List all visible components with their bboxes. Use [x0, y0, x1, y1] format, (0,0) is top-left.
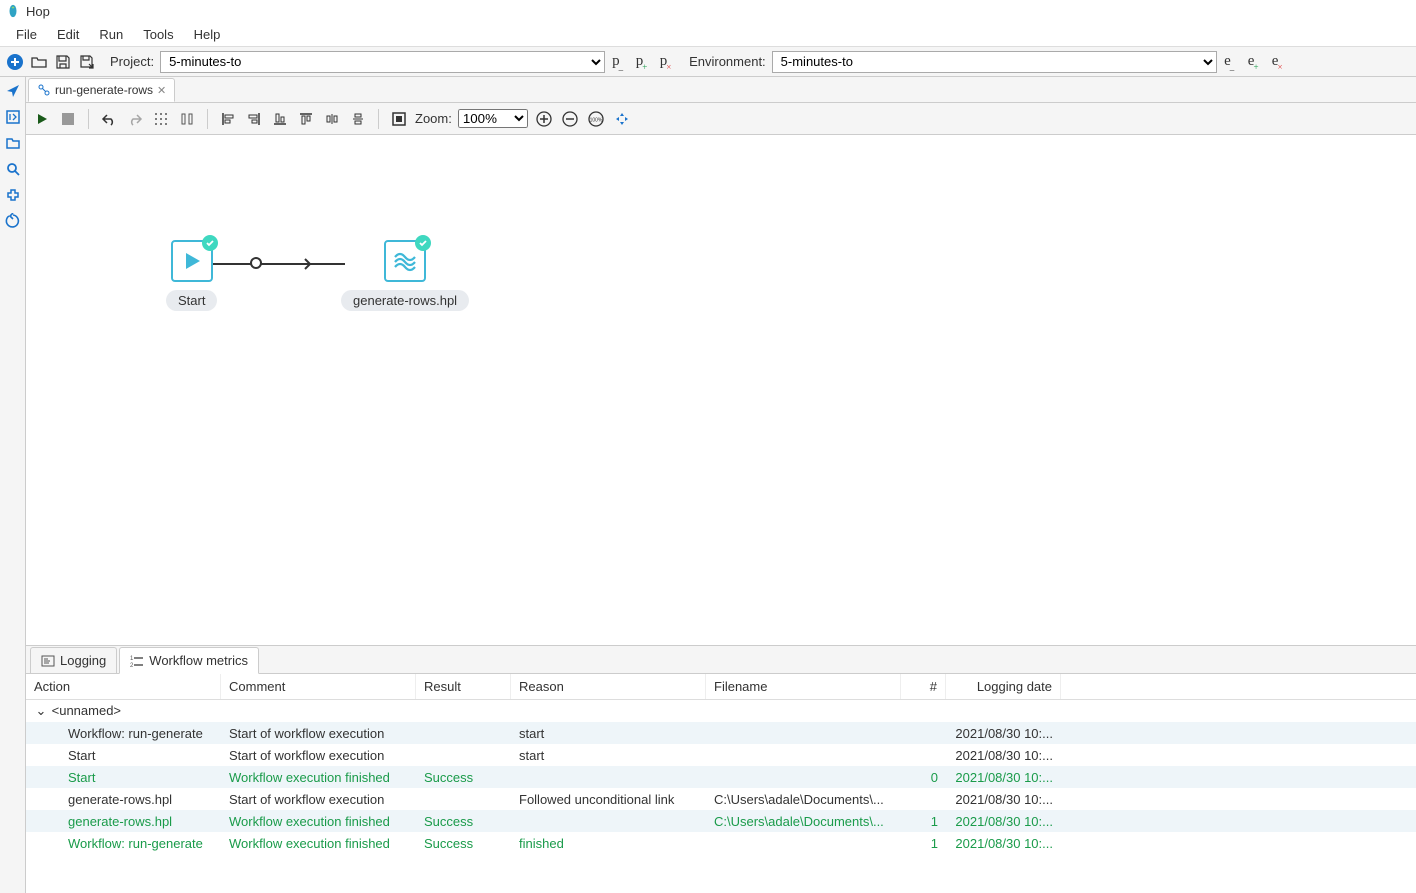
metrics-icon: 12 — [130, 654, 144, 668]
environment-label: Environment: — [679, 54, 770, 69]
tree-toggle-icon[interactable]: ⌄ — [34, 703, 48, 719]
reload-icon[interactable] — [3, 211, 23, 231]
table-row[interactable]: Workflow: run-generateWorkflow execution… — [26, 832, 1416, 854]
svg-text:1: 1 — [130, 656, 134, 662]
pipeline-node[interactable]: generate-rows.hpl — [341, 240, 469, 311]
zoom-label: Zoom: — [415, 111, 452, 126]
column-filename[interactable]: Filename — [706, 674, 901, 699]
column-date[interactable]: Logging date — [946, 674, 1061, 699]
project-add-button[interactable]: p+ — [631, 51, 653, 73]
play-icon — [180, 249, 204, 273]
new-button[interactable] — [4, 51, 26, 73]
snap-grid-button[interactable] — [151, 109, 171, 129]
align-top-button[interactable] — [270, 109, 290, 129]
success-badge-icon — [415, 235, 431, 251]
left-rail — [0, 77, 26, 893]
align-right-button[interactable] — [244, 109, 264, 129]
workflow-icon — [37, 83, 51, 97]
svg-text:2: 2 — [130, 663, 134, 668]
menu-help[interactable]: Help — [184, 23, 231, 46]
column-result[interactable]: Result — [416, 674, 511, 699]
project-delete-button[interactable]: p× — [655, 51, 677, 73]
menu-tools[interactable]: Tools — [133, 23, 183, 46]
project-select[interactable]: 5-minutes-to — [160, 51, 605, 73]
environment-add-button[interactable]: e+ — [1243, 51, 1265, 73]
project-label: Project: — [100, 54, 158, 69]
start-node[interactable]: Start — [166, 240, 217, 311]
zoom-select[interactable]: 100% — [458, 109, 528, 128]
column-reason[interactable]: Reason — [511, 674, 706, 699]
environment-edit-button[interactable]: e_ — [1219, 51, 1241, 73]
menu-file[interactable]: File — [6, 23, 47, 46]
editor-tab-label: run-generate-rows — [55, 83, 153, 97]
app-title: Hop — [26, 4, 50, 19]
search-icon[interactable] — [3, 159, 23, 179]
pipeline-node-label: generate-rows.hpl — [341, 290, 469, 311]
editor-tab-active[interactable]: run-generate-rows ✕ — [28, 78, 175, 102]
environment-delete-button[interactable]: e× — [1267, 51, 1289, 73]
run-button[interactable] — [32, 109, 52, 129]
zoom-fit-button[interactable] — [612, 109, 632, 129]
fit-button[interactable] — [389, 109, 409, 129]
plugin-icon[interactable] — [3, 185, 23, 205]
table-row[interactable]: generate-rows.hplStart of workflow execu… — [26, 788, 1416, 810]
save-as-button[interactable] — [76, 51, 98, 73]
redo-button[interactable] — [125, 109, 145, 129]
project-edit-button[interactable]: p_ — [607, 51, 629, 73]
hop-app-icon — [6, 4, 20, 18]
table-row[interactable]: StartWorkflow execution finishedSuccess0… — [26, 766, 1416, 788]
main-area: run-generate-rows ✕ Zoom: 100% — [0, 77, 1416, 893]
editor-toolbar: Zoom: 100% 100% — [26, 103, 1416, 135]
distribute-h-button[interactable] — [322, 109, 342, 129]
align-left-button[interactable] — [218, 109, 238, 129]
pipeline-icon — [391, 247, 419, 275]
svg-text:100%: 100% — [589, 117, 602, 123]
navigate-icon[interactable] — [3, 81, 23, 101]
success-badge-icon — [202, 235, 218, 251]
metrics-rows: ⌄ <unnamed> Workflow: run-generateStart … — [26, 700, 1416, 854]
column-action[interactable]: Action — [26, 674, 221, 699]
main-toolbar: Project: 5-minutes-to p_ p+ p× Environme… — [0, 47, 1416, 77]
log-icon — [41, 654, 55, 668]
file-explorer-icon[interactable] — [3, 133, 23, 153]
table-row[interactable]: Workflow: run-generateStart of workflow … — [26, 722, 1416, 744]
link-hop-icon[interactable] — [250, 257, 262, 269]
title-bar: Hop — [0, 0, 1416, 22]
undo-button[interactable] — [99, 109, 119, 129]
column-num[interactable]: # — [901, 674, 946, 699]
link-line — [213, 263, 345, 265]
metadata-icon[interactable] — [3, 107, 23, 127]
bottom-panel: Logging 12 Workflow metrics Action Comme… — [26, 645, 1416, 893]
menu-edit[interactable]: Edit — [47, 23, 89, 46]
editor-tabs: run-generate-rows ✕ — [26, 77, 1416, 103]
environment-select[interactable]: 5-minutes-to — [772, 51, 1217, 73]
stop-button[interactable] — [58, 109, 78, 129]
menu-run[interactable]: Run — [89, 23, 133, 46]
zoom-in-button[interactable] — [534, 109, 554, 129]
bottom-tabs: Logging 12 Workflow metrics — [26, 646, 1416, 674]
zoom-out-button[interactable] — [560, 109, 580, 129]
align-button[interactable] — [177, 109, 197, 129]
link-arrow-icon — [296, 254, 316, 274]
metrics-table: Action Comment Result Reason Filename # … — [26, 674, 1416, 893]
metrics-tab[interactable]: 12 Workflow metrics — [119, 647, 259, 674]
open-button[interactable] — [28, 51, 50, 73]
zoom-100-button[interactable]: 100% — [586, 109, 606, 129]
menu-bar: File Edit Run Tools Help — [0, 22, 1416, 47]
column-comment[interactable]: Comment — [221, 674, 416, 699]
logging-tab[interactable]: Logging — [30, 647, 117, 673]
save-button[interactable] — [52, 51, 74, 73]
workflow-canvas[interactable]: Start generate-rows.hpl — [26, 135, 1416, 645]
content-area: run-generate-rows ✕ Zoom: 100% — [26, 77, 1416, 893]
metrics-header: Action Comment Result Reason Filename # … — [26, 674, 1416, 700]
table-row[interactable]: generate-rows.hplWorkflow execution fini… — [26, 810, 1416, 832]
start-node-label: Start — [166, 290, 217, 311]
tree-group-row[interactable]: ⌄ <unnamed> — [26, 700, 1416, 722]
close-tab-icon[interactable]: ✕ — [157, 84, 166, 97]
align-bottom-button[interactable] — [296, 109, 316, 129]
distribute-v-button[interactable] — [348, 109, 368, 129]
table-row[interactable]: StartStart of workflow executionstart202… — [26, 744, 1416, 766]
